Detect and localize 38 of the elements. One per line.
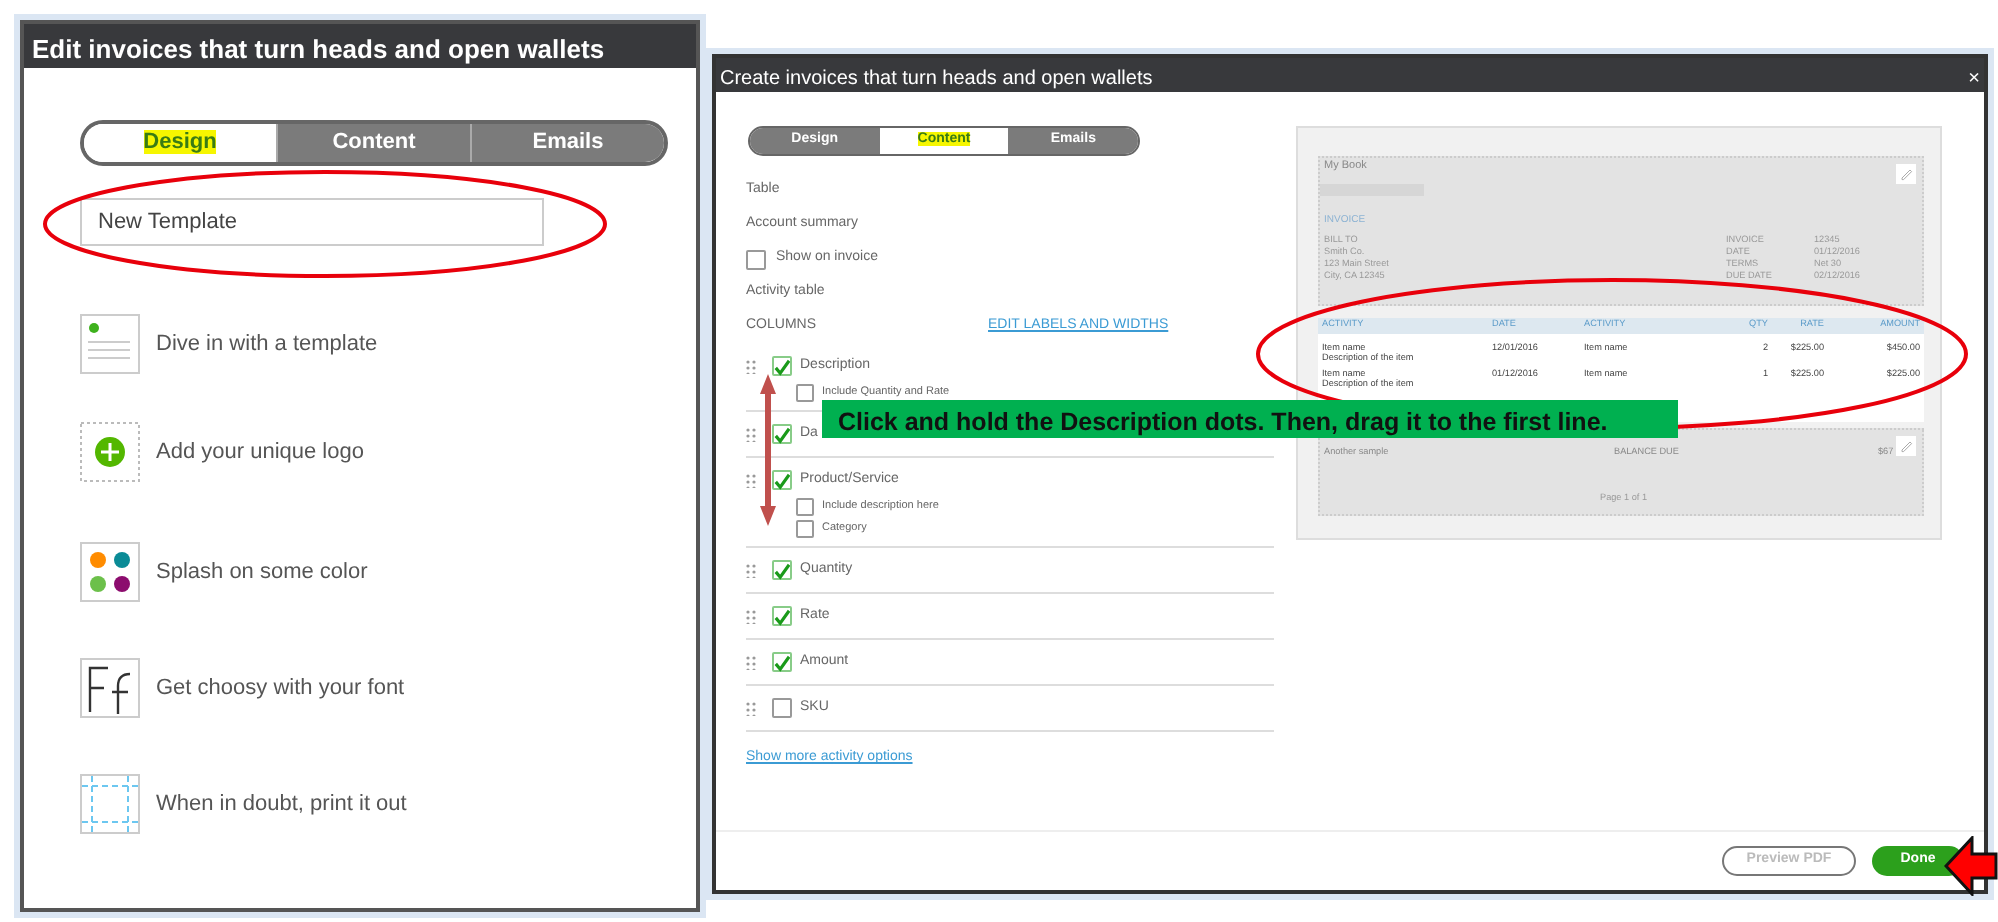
tab[interactable]: Emails (470, 124, 664, 162)
pencil-icon[interactable] (1896, 164, 1916, 184)
drag-handle-icon[interactable] (746, 427, 758, 441)
checkbox[interactable] (772, 560, 792, 580)
font-icon (80, 658, 140, 718)
checkbox[interactable] (772, 424, 792, 444)
tab[interactable]: Content (276, 124, 470, 162)
feature-label: When in doubt, print it out (156, 789, 407, 820)
pencil-icon[interactable] (1896, 436, 1916, 456)
drag-handle-icon[interactable] (746, 563, 758, 577)
checkbox[interactable] (772, 356, 792, 376)
feature-label: Add your unique logo (156, 437, 364, 468)
color-dots-icon (80, 542, 140, 602)
add-icon (80, 422, 140, 482)
pointer-arrow (1944, 836, 1998, 896)
checkbox[interactable] (746, 249, 766, 269)
drag-handle-icon[interactable] (746, 701, 758, 715)
checkbox[interactable] (772, 606, 792, 626)
drag-handle-icon[interactable] (746, 473, 758, 487)
feature-label: Dive in with a template (156, 329, 378, 360)
window-title: Edit invoices that turn heads and open wallets (24, 24, 696, 68)
drag-handle-icon[interactable] (746, 359, 758, 373)
callout-banner: Click and hold the Description dots. Then, drag it to the first line. (822, 400, 1678, 438)
checkbox[interactable] (796, 498, 814, 516)
checkbox[interactable] (772, 652, 792, 672)
drag-handle-icon[interactable] (746, 655, 758, 669)
checkbox[interactable] (796, 520, 814, 538)
window-title: Create invoices that turn heads and open wallets (720, 66, 1153, 86)
checkbox[interactable] (772, 470, 792, 490)
document-icon (80, 314, 140, 374)
checkbox[interactable] (772, 698, 792, 718)
checkbox[interactable] (796, 384, 814, 402)
feature-label: Get choosy with your font (156, 673, 405, 704)
drag-handle-icon[interactable] (746, 609, 758, 623)
template-name-field[interactable]: New Template (80, 198, 544, 246)
close-button[interactable]: × (1968, 64, 1980, 86)
feature-label: Splash on some color (156, 557, 368, 588)
print-layout-icon (80, 774, 140, 834)
